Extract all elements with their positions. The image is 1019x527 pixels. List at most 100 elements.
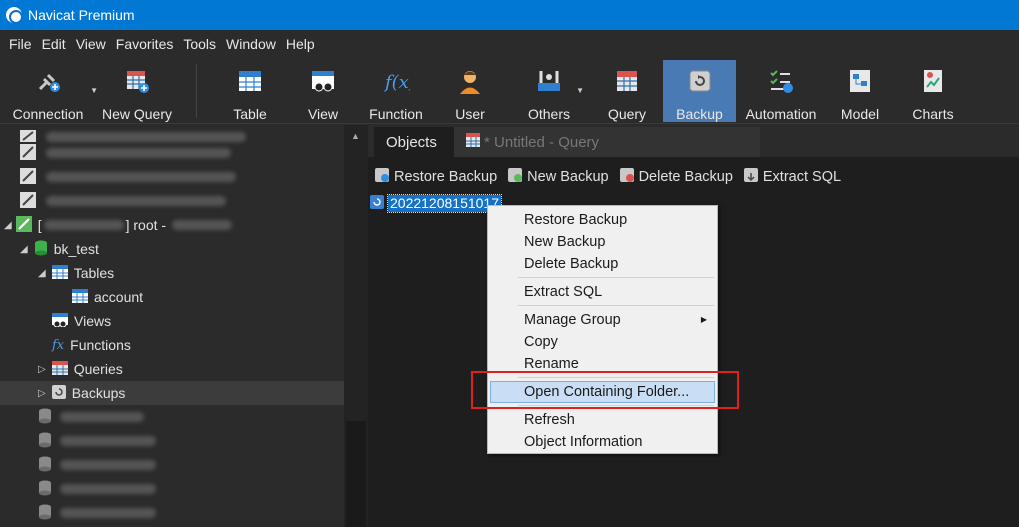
collapse-arrow-icon[interactable]: ◢ [4,220,12,231]
menu-item-extract-sql[interactable]: Extract SQL [490,281,715,303]
view-button[interactable]: View [298,60,348,122]
collapse-arrow-icon[interactable]: ◢ [20,244,28,255]
table-button[interactable]: Table [222,60,278,122]
object-toolbar: Restore Backup New Backup Delete Backup … [368,161,1019,193]
automation-icon [766,66,796,96]
model-button[interactable]: Model [836,60,884,122]
backup-file-item[interactable]: 20221208151017 [370,194,503,213]
menu-favorites[interactable]: Favorites [111,36,179,52]
charts-button[interactable]: Charts [910,60,956,122]
expand-arrow-icon[interactable]: ▷ [38,388,46,399]
menu-item-delete-backup[interactable]: Delete Backup [490,253,715,275]
tree-connection-item[interactable] [0,189,344,213]
scroll-up-arrow-icon[interactable]: ▲ [351,131,360,141]
query-button[interactable]: Query [602,60,652,122]
function-icon: fx [52,337,65,353]
connection-button[interactable]: Connection ▼ [8,60,98,122]
tree-connection-item[interactable] [0,141,344,165]
tree-database-item[interactable] [0,477,344,501]
new-query-button[interactable]: New Query [98,60,176,122]
menu-item-restore-backup[interactable]: Restore Backup [490,209,715,231]
redacted-text [60,412,144,422]
others-button[interactable]: Others ▼ [524,60,584,122]
database-gray-icon [38,504,52,523]
menu-tools[interactable]: Tools [178,36,221,52]
tree-database-item[interactable] [0,501,344,525]
new-backup-button[interactable]: New Backup [507,167,609,187]
charts-icon [918,66,948,96]
restore-backup-button[interactable]: Restore Backup [374,167,497,187]
scrollbar-thumb[interactable] [346,421,366,527]
redacted-text [46,196,226,206]
table-icon [235,66,265,96]
connection-icon [20,167,36,187]
tree-database-item[interactable] [0,405,344,429]
user-button[interactable]: User [448,60,492,122]
backup-icon [685,66,715,96]
tab-bar: Objects * Untitled - Query [368,125,1019,157]
menu-file[interactable]: File [4,36,37,52]
main-toolbar: Connection ▼ New Query Table View f(x) F… [0,58,1019,124]
menu-item-manage-group[interactable]: Manage Group ▶ [490,309,715,331]
redacted-text [60,508,156,518]
menu-window[interactable]: Window [221,36,281,52]
tree-tables[interactable]: ◢ Tables [0,261,344,285]
tree-table-account[interactable]: account [0,285,344,309]
sidebar-scrollbar[interactable]: ▲ [344,125,368,527]
expand-arrow-icon[interactable]: ▷ [38,364,46,375]
svg-text:f(x): f(x) [383,72,410,93]
restore-backup-icon [374,167,390,187]
queries-icon [51,360,68,378]
database-gray-icon [38,456,52,475]
tree-functions[interactable]: fx Functions [0,333,344,357]
toolbar-separator [196,64,197,118]
tree-backups[interactable]: ▷ Backups [0,381,344,405]
plug-icon [33,66,63,96]
menu-item-new-backup[interactable]: New Backup [490,231,715,253]
database-gray-icon [38,408,52,427]
tree-views[interactable]: Views [0,309,344,333]
extract-sql-button[interactable]: Extract SQL [743,167,841,187]
navigation-tree[interactable]: ◢ [ ] root - ◢ bk_test ◢ Tables account … [0,125,344,527]
highlight-annotation-box [471,371,739,409]
redacted-text [60,460,156,470]
database-icon [34,240,48,259]
menu-divider [518,277,714,278]
tree-open-connection[interactable]: ◢ [ ] root - [0,213,344,237]
tree-queries[interactable]: ▷ Queries [0,357,344,381]
dropdown-caret-icon[interactable]: ▼ [576,86,584,95]
menu-view[interactable]: View [71,36,111,52]
backup-file-icon [370,195,384,212]
menu-item-refresh[interactable]: Refresh [490,409,715,431]
table-icon [72,288,88,306]
tab-untitled-query[interactable]: * Untitled - Query [454,127,760,157]
tree-database-item[interactable] [0,453,344,477]
menu-item-object-information[interactable]: Object Information [490,431,715,453]
query-icon [612,66,642,96]
function-button[interactable]: f(x) Function [364,60,428,122]
tree-connection-item[interactable] [0,165,344,189]
menu-edit[interactable]: Edit [37,36,71,52]
backup-button[interactable]: Backup [663,60,736,122]
tab-objects[interactable]: Objects [374,127,454,157]
dropdown-caret-icon[interactable]: ▼ [90,86,98,95]
window-title: Navicat Premium [28,7,135,23]
menu-divider [518,305,714,306]
title-bar: Navicat Premium [0,0,1019,30]
user-icon [455,66,485,96]
tables-icon [51,264,68,282]
connection-active-icon [15,215,32,235]
model-icon [845,66,875,96]
tree-database-bk-test[interactable]: ◢ bk_test [0,237,344,261]
menu-item-copy[interactable]: Copy [490,331,715,353]
menu-help[interactable]: Help [281,36,320,52]
database-gray-icon [38,432,52,451]
redacted-text [43,220,124,230]
delete-backup-button[interactable]: Delete Backup [619,167,733,187]
database-gray-icon [38,480,52,499]
tree-database-item[interactable] [0,429,344,453]
redacted-text [46,148,231,158]
new-query-icon [122,66,152,96]
automation-button[interactable]: Automation [740,60,822,122]
collapse-arrow-icon[interactable]: ◢ [38,268,46,279]
